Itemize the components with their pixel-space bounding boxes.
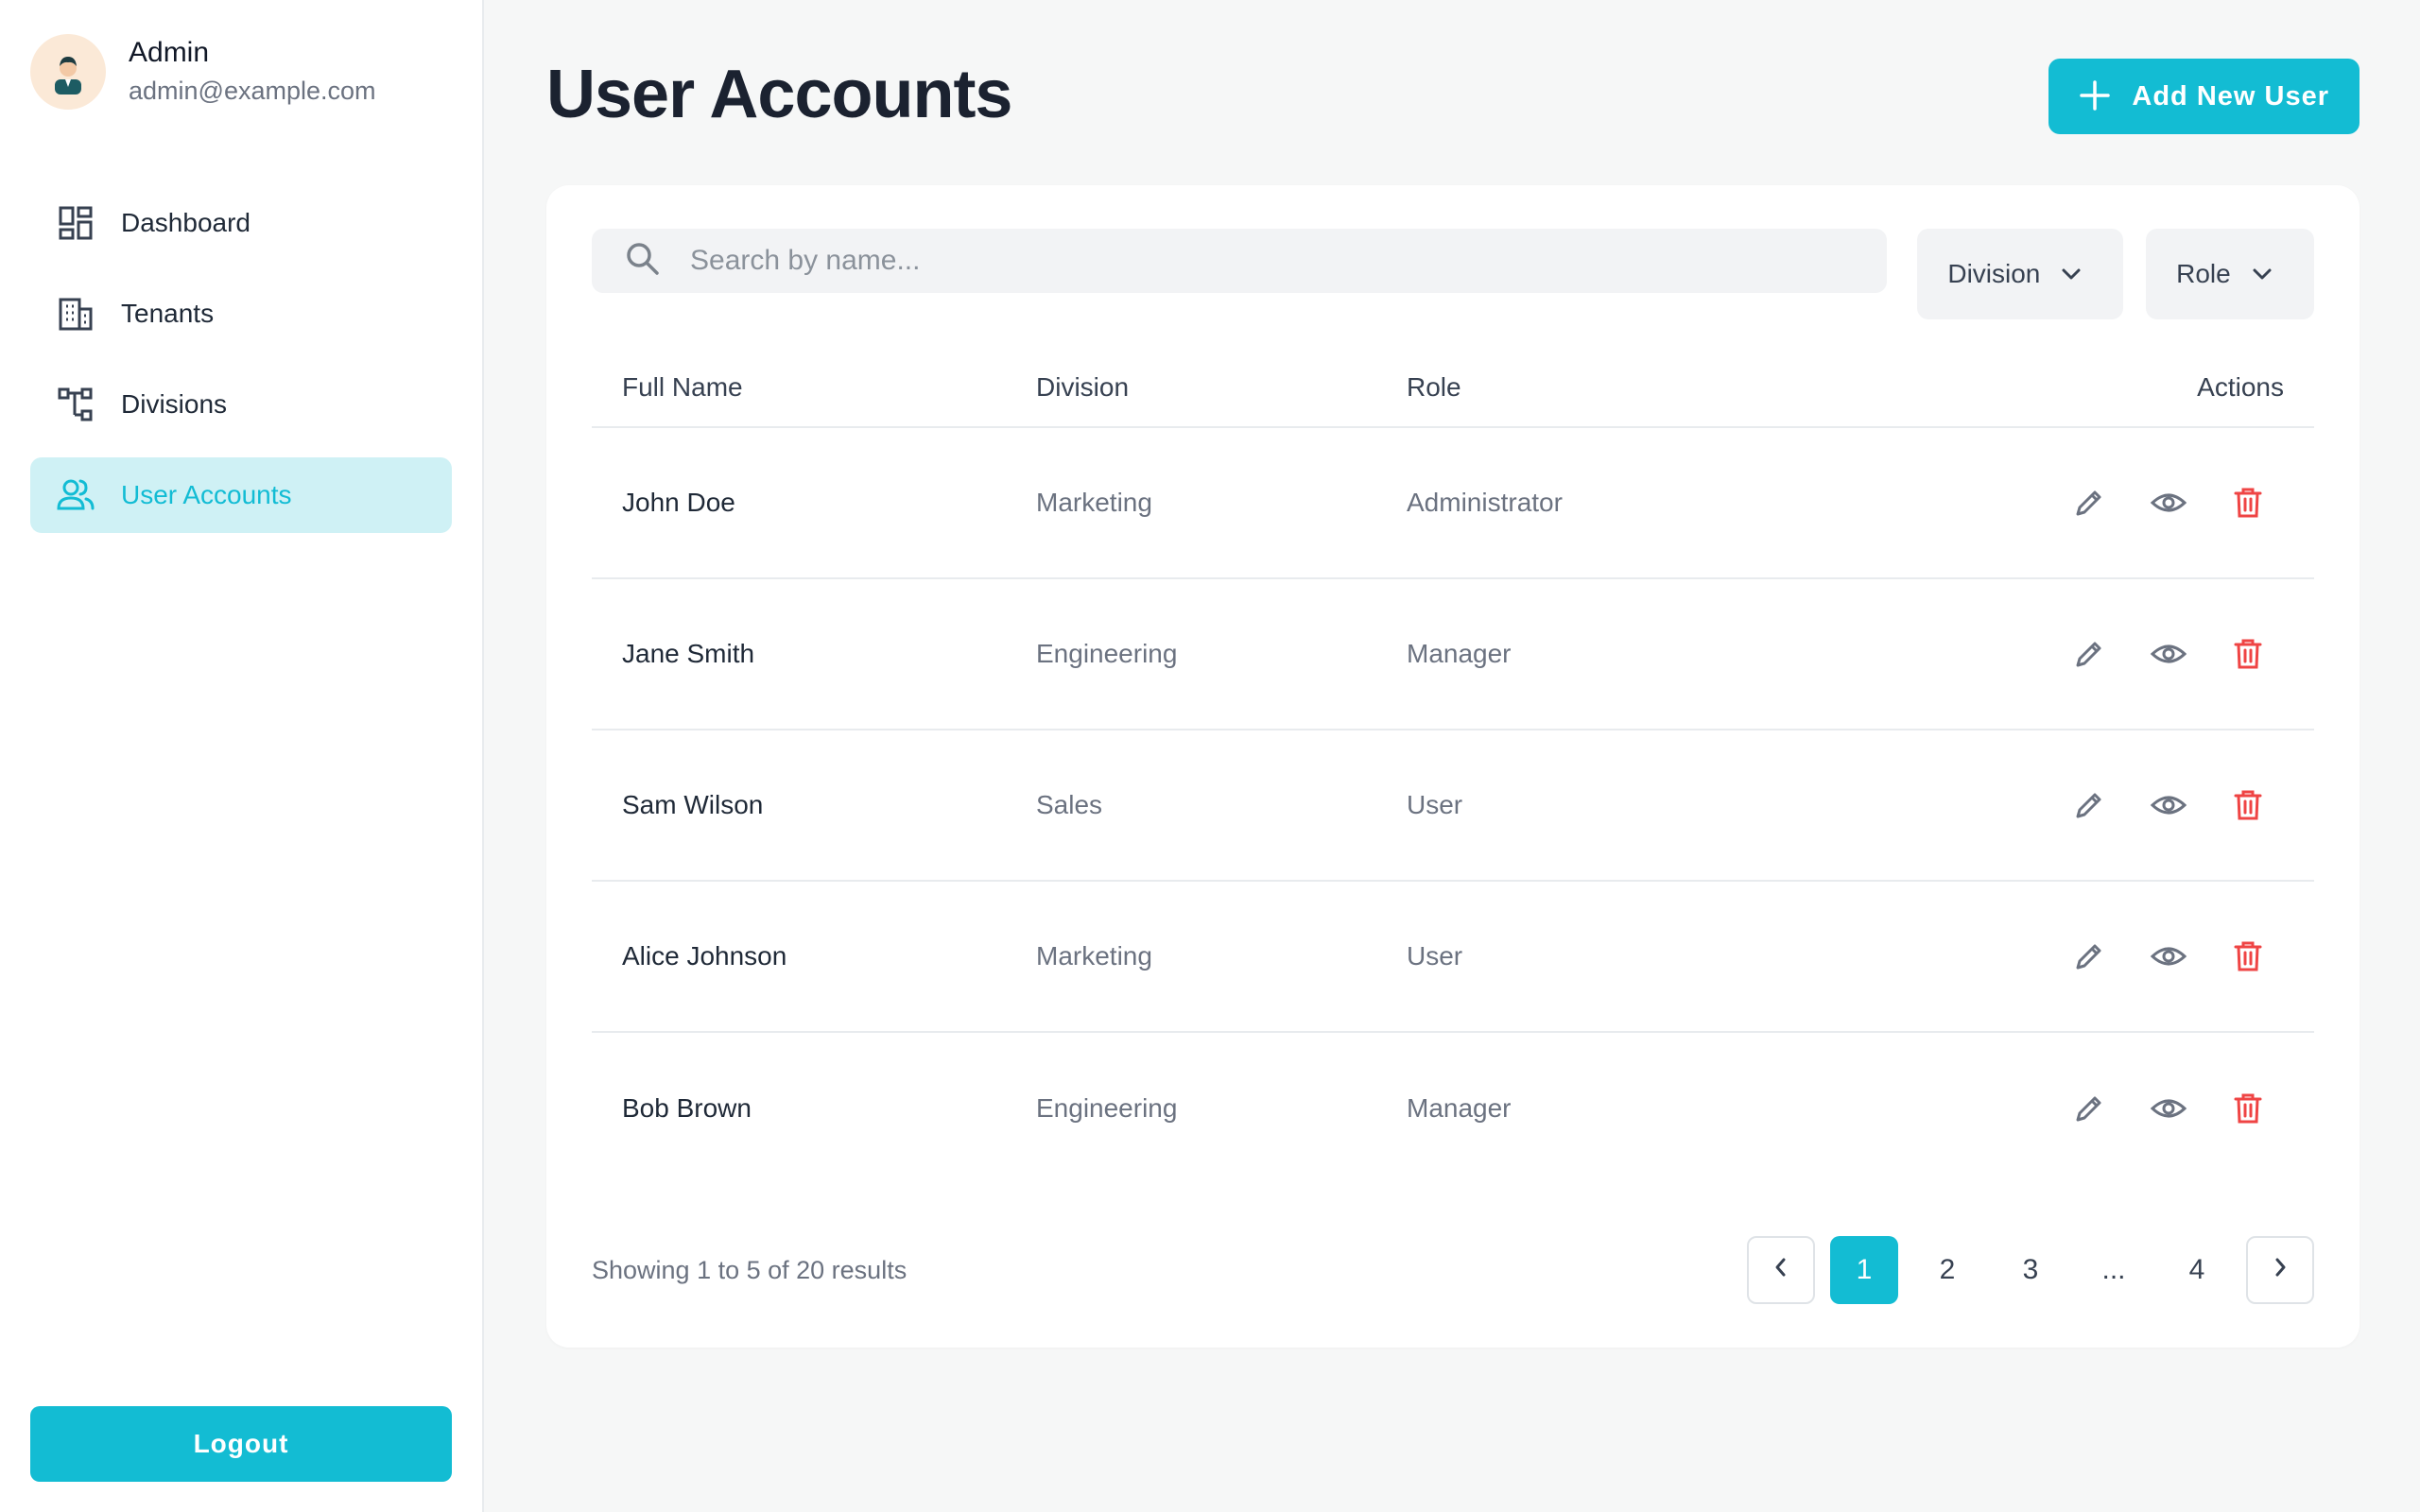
users-card: Search by name... Division Role Full Nam…	[546, 185, 2360, 1348]
sidebar-item-user-accounts[interactable]: User Accounts	[30, 457, 452, 533]
column-header-role[interactable]: Role	[1376, 348, 1754, 428]
add-user-label: Add New User	[2132, 80, 2329, 112]
edit-icon[interactable]	[2070, 484, 2108, 522]
page-header: User Accounts Add New User	[546, 0, 2360, 185]
dashboard-icon	[55, 202, 96, 244]
sidebar-item-label: Tenants	[121, 299, 215, 328]
cell-actions	[1754, 578, 2314, 730]
users-table: Full Name Division Role Actions John Doe…	[592, 348, 2314, 1183]
sidebar-item-label: Divisions	[121, 389, 228, 419]
cell-full-name: Alice Johnson	[592, 881, 1006, 1033]
delete-icon[interactable]	[2229, 1090, 2267, 1127]
profile-email: admin@example.com	[129, 77, 376, 105]
sidebar-nav: Dashboard Tenants Divisions User Account…	[30, 185, 452, 533]
cell-role: Manager	[1407, 1092, 1512, 1123]
chevron-down-icon	[2061, 267, 2082, 281]
search-input[interactable]: Search by name...	[592, 229, 1888, 293]
cell-actions	[1754, 730, 2314, 882]
role-filter-dropdown[interactable]: Role	[2146, 229, 2314, 319]
users-icon	[55, 474, 96, 516]
cell-full-name: John Doe	[592, 427, 1006, 579]
cell-division: Sales	[1006, 730, 1376, 882]
filter-toolbar: Search by name... Division Role	[592, 229, 2314, 319]
sidebar-item-label: User Accounts	[121, 480, 292, 509]
cell-role: User	[1376, 881, 1754, 1033]
sidebar-item-tenants[interactable]: Tenants	[30, 276, 452, 352]
column-header-full-name[interactable]: Full Name	[592, 348, 1006, 428]
search-icon	[624, 240, 662, 283]
cell-division: Engineering	[1006, 578, 1376, 730]
delete-icon[interactable]	[2229, 937, 2267, 975]
table-row[interactable]: Bob Brown Engineering Manager	[592, 1032, 2314, 1183]
view-icon[interactable]	[2150, 786, 2187, 824]
person-icon	[55, 57, 81, 94]
delete-icon[interactable]	[2229, 635, 2267, 673]
edit-icon[interactable]	[2070, 937, 2108, 975]
division-filter-dropdown[interactable]: Division	[1917, 229, 2124, 319]
cell-division: Marketing	[1006, 427, 1376, 579]
page-button-2[interactable]: 2	[1913, 1236, 1981, 1304]
edit-icon[interactable]	[2070, 1090, 2108, 1127]
table-row[interactable]: John Doe Marketing Administrator	[592, 427, 2314, 579]
search-placeholder: Search by name...	[690, 245, 921, 276]
hierarchy-icon	[55, 384, 96, 425]
chevron-right-icon	[2273, 1254, 2288, 1286]
edit-icon[interactable]	[2070, 635, 2108, 673]
cell-actions	[1754, 881, 2314, 1033]
delete-icon[interactable]	[2229, 484, 2267, 522]
cell-role: Administrator	[1376, 427, 1754, 579]
table-row[interactable]: Jane Smith Engineering Manager	[592, 578, 2314, 730]
column-header-actions: Actions	[1754, 348, 2314, 428]
plus-icon	[2079, 75, 2111, 118]
division-filter-label: Division	[1947, 259, 2041, 288]
avatar	[30, 34, 106, 110]
page-button-1[interactable]: 1	[1830, 1236, 1898, 1304]
page-button-3[interactable]: 3	[1996, 1236, 2065, 1304]
add-user-button[interactable]: Add New User	[2048, 59, 2360, 134]
view-icon[interactable]	[2150, 635, 2187, 673]
delete-icon[interactable]	[2229, 786, 2267, 824]
cell-division: Engineering	[1036, 1092, 1178, 1123]
chevron-down-icon	[2252, 267, 2273, 281]
page-button-4[interactable]: 4	[2163, 1236, 2231, 1304]
pagination: 1 2 3 ... 4	[1732, 1236, 2314, 1304]
cell-division: Marketing	[1006, 881, 1376, 1033]
sidebar-item-label: Dashboard	[121, 208, 251, 237]
cell-full-name: Bob Brown	[622, 1092, 752, 1123]
table-row[interactable]: Alice Johnson Marketing User	[592, 881, 2314, 1033]
table-row[interactable]: Sam Wilson Sales User	[592, 730, 2314, 882]
column-header-division[interactable]: Division	[1006, 348, 1376, 428]
edit-icon[interactable]	[2070, 786, 2108, 824]
logout-button[interactable]: Logout	[30, 1406, 452, 1482]
table-footer: Showing 1 to 5 of 20 results 1 2 3 ... 4	[592, 1236, 2314, 1304]
main-content: User Accounts Add New User Search by nam…	[484, 0, 2420, 1512]
cell-actions	[1754, 427, 2314, 579]
cell-full-name: Jane Smith	[592, 578, 1006, 730]
page-title: User Accounts	[546, 57, 1012, 132]
results-summary: Showing 1 to 5 of 20 results	[592, 1255, 908, 1284]
sidebar: Admin admin@example.com Dashboard Tenant…	[0, 0, 484, 1512]
table-header-row: Full Name Division Role Actions	[592, 348, 2314, 428]
view-icon[interactable]	[2150, 1090, 2187, 1127]
cell-actions	[1754, 1032, 2314, 1183]
chevron-left-icon	[1773, 1254, 1789, 1286]
view-icon[interactable]	[2150, 937, 2187, 975]
next-page-button[interactable]	[2246, 1236, 2314, 1304]
user-profile: Admin admin@example.com	[30, 30, 452, 113]
role-filter-label: Role	[2176, 259, 2231, 288]
building-icon	[55, 293, 96, 335]
sidebar-item-divisions[interactable]: Divisions	[30, 367, 452, 442]
view-icon[interactable]	[2150, 484, 2187, 522]
previous-page-button[interactable]	[1747, 1236, 1815, 1304]
cell-role: Manager	[1376, 578, 1754, 730]
sidebar-item-dashboard[interactable]: Dashboard	[30, 185, 452, 261]
cell-full-name: Sam Wilson	[592, 730, 1006, 882]
cell-role: User	[1376, 730, 1754, 882]
profile-name: Admin	[129, 37, 210, 68]
page-ellipsis: ...	[2101, 1254, 2126, 1285]
